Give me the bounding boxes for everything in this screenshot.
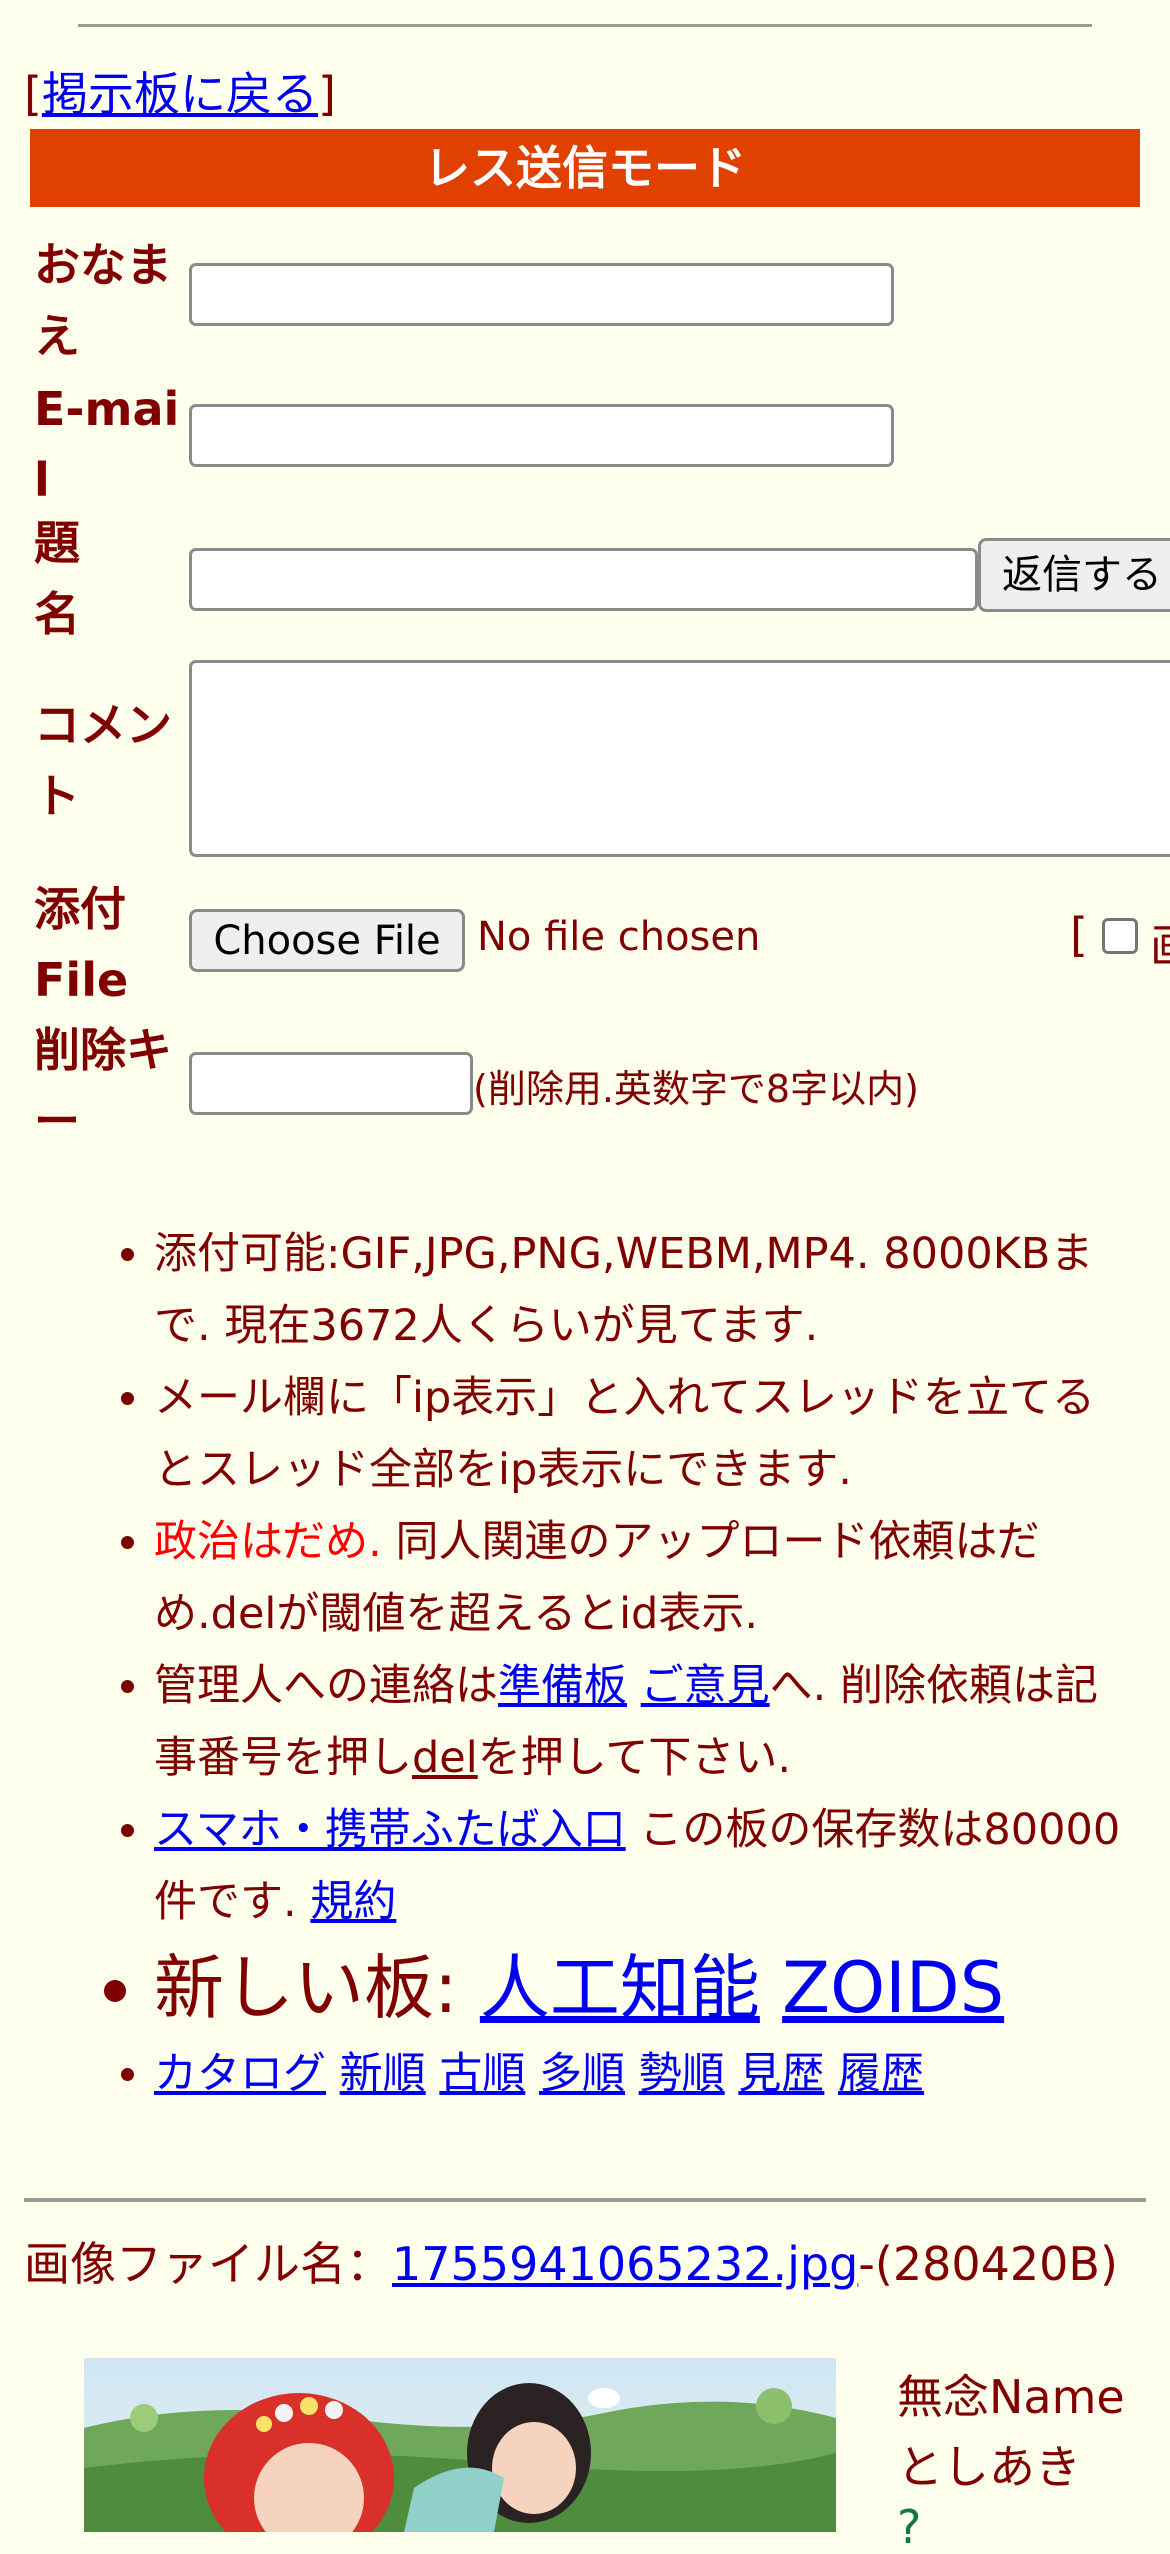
prep-board-link[interactable]: 準備板 xyxy=(498,1661,627,1711)
subject-label: 題名 xyxy=(34,516,80,641)
top-divider xyxy=(78,24,1092,27)
history-link[interactable]: 履歴 xyxy=(838,2049,924,2099)
email-label: E-mail xyxy=(34,382,180,507)
image-option-checkbox[interactable] xyxy=(1102,918,1138,954)
choose-file-button[interactable]: Choose File xyxy=(189,909,465,972)
no-file-chosen-text: No file chosen xyxy=(477,914,761,960)
sort-momentum-link[interactable]: 勢順 xyxy=(639,2049,725,2099)
ip-info-item: メール欄に「ip表示」と入れてスレッドを立てるとスレッド全部をip表示にできます… xyxy=(154,1362,1134,1506)
poster-name-block: 無念Name としあき xyxy=(897,2362,1125,2502)
board-info-list: 添付可能:GIF,JPG,PNG,WEBM,MP4. 8000KBまで. 現在3… xyxy=(34,1218,1134,2110)
contact-suffix: を押して下さい. xyxy=(477,1733,792,1783)
attach-info-text: 添付可能:GIF,JPG,PNG,WEBM,MP4. 8000KBまで. 現在3… xyxy=(154,1229,1094,1351)
ai-board-link[interactable]: 人工知能 xyxy=(480,1947,760,2029)
file-size-text: -(280420B) xyxy=(858,2237,1118,2291)
back-bracket-open: [ xyxy=(24,67,42,121)
name-input[interactable] xyxy=(189,263,894,326)
post-image-thumbnail[interactable] xyxy=(84,2358,836,2532)
politics-warning: 政治はだめ. xyxy=(154,1517,382,1567)
ip-info-text: メール欄に「ip表示」と入れてスレッドを立てるとスレッド全部をip表示にできます… xyxy=(154,1373,1095,1495)
back-to-board-link[interactable]: 掲示板に戻る xyxy=(42,67,318,121)
nav-links-item: カタログ 新順 古順 多順 勢順 見歴 履歴 xyxy=(154,2038,1134,2110)
attach-info-item: 添付可能:GIF,JPG,PNG,WEBM,MP4. 8000KBまで. 現在3… xyxy=(154,1218,1134,1362)
delete-key-hint: (削除用.英数字で8字以内) xyxy=(473,1067,919,1111)
attach-label: 添付File xyxy=(34,882,129,1007)
post-partial-text: ? xyxy=(897,2500,922,2554)
file-info-line: 画像ファイル名：1755941065232.jpg-(280420B) xyxy=(24,2234,1144,2294)
new-boards-item: 新しい板: 人工知能 ZOIDS xyxy=(154,1938,1134,2038)
anime-thumbnail-image xyxy=(84,2358,836,2532)
rules-info-item: 政治はだめ. 同人関連のアップロード依頼はだめ.delが閾値を超えるとid表示. xyxy=(154,1506,1134,1650)
delete-key-label: 削除キー xyxy=(34,1023,172,1148)
sort-old-link[interactable]: 古順 xyxy=(439,2049,525,2099)
feedback-link[interactable]: ご意見 xyxy=(641,1661,770,1711)
email-input[interactable] xyxy=(189,404,894,467)
comment-label: コメント xyxy=(34,698,172,823)
post-divider xyxy=(24,2198,1146,2202)
contact-prefix: 管理人への連絡は xyxy=(154,1661,498,1711)
sort-many-link[interactable]: 多順 xyxy=(539,2049,625,2099)
comment-textarea[interactable] xyxy=(189,660,1170,857)
image-option-label: 画 xyxy=(1150,910,1170,976)
back-link-row: [掲示板に戻る] xyxy=(24,58,336,124)
viewed-history-link[interactable]: 見歴 xyxy=(738,2049,824,2099)
reply-mode-banner: レス送信モード xyxy=(30,129,1140,207)
mobile-entrance-link[interactable]: スマホ・携帯ふたば入口 xyxy=(154,1805,626,1855)
new-boards-label: 新しい板: xyxy=(154,1947,480,2029)
poster-name-line1: 無念Name xyxy=(897,2370,1125,2424)
image-file-link[interactable]: 1755941065232.jpg xyxy=(392,2237,858,2291)
delete-key-input[interactable] xyxy=(189,1052,473,1115)
mobile-info-item: スマホ・携帯ふたば入口 この板の保存数は80000件です. 規約 xyxy=(154,1794,1134,1938)
del-word: del xyxy=(412,1733,478,1783)
name-label: おなまえ xyxy=(34,238,172,363)
zoids-board-link[interactable]: ZOIDS xyxy=(782,1947,1004,2029)
subject-input[interactable] xyxy=(189,548,978,611)
back-bracket-close: ] xyxy=(317,67,336,121)
poster-name-line2: としあき xyxy=(897,2440,1081,2494)
terms-link[interactable]: 規約 xyxy=(310,1877,396,1927)
contact-info-item: 管理人への連絡は準備板 ご意見へ. 削除依頼は記事番号を押しdelを押して下さい… xyxy=(154,1650,1134,1794)
sort-new-link[interactable]: 新順 xyxy=(340,2049,426,2099)
file-info-prefix: 画像ファイル名： xyxy=(24,2237,392,2291)
image-option-bracket: [ xyxy=(1070,908,1088,962)
reply-submit-button[interactable]: 返信する xyxy=(978,538,1170,612)
catalog-link[interactable]: カタログ xyxy=(154,2049,326,2099)
